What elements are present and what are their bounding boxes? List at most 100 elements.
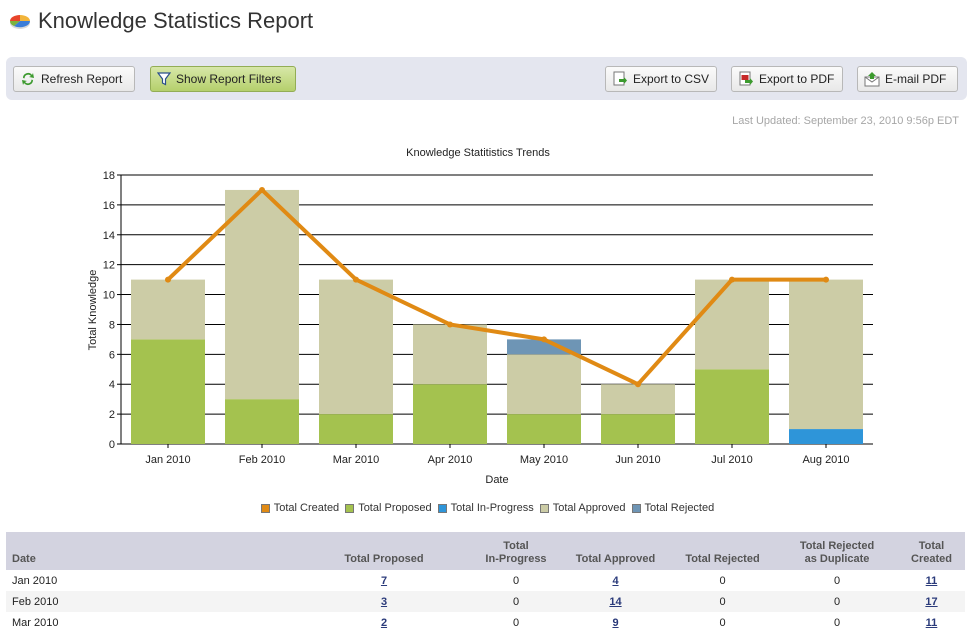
- cell-in-progress: 0: [512, 574, 520, 587]
- cell-in-progress: 0: [470, 591, 562, 612]
- bar-total-proposed: [131, 339, 205, 444]
- point-total-created: [729, 276, 735, 283]
- chart-legend: Total Created Total Proposed Total In-Prog…: [0, 502, 975, 514]
- y-tick-label: 14: [103, 230, 115, 242]
- export-pdf-label: Export to PDF: [759, 72, 835, 86]
- legend-swatch: [631, 503, 641, 513]
- legend-item: Total In-Progress: [437, 502, 534, 514]
- statistics-table: Date Total Proposed Total In-Progress Tot…: [6, 532, 965, 633]
- legend-item: Total Created: [260, 502, 339, 514]
- point-total-created: [541, 336, 547, 343]
- cell-created: 11: [898, 612, 965, 633]
- y-axis-label: Total Knowledge: [87, 270, 99, 351]
- table-header-row: Date Total Proposed Total In-Progress Tot…: [6, 532, 965, 570]
- legend-label: Total In-Progress: [450, 502, 534, 514]
- cell-approved: 4: [562, 570, 669, 591]
- bar-total-approved: [601, 384, 675, 415]
- proposed-link[interactable]: 3: [381, 596, 387, 608]
- bar-total-approved: [131, 279, 205, 340]
- export-pdf-button[interactable]: Export to PDF: [731, 66, 843, 92]
- x-tick-label: Feb 2010: [239, 454, 285, 466]
- proposed-link[interactable]: 7: [381, 575, 387, 587]
- point-total-created: [165, 276, 171, 283]
- proposed-link[interactable]: 2: [381, 617, 387, 629]
- cell-approved: 14: [562, 591, 669, 612]
- legend-swatch: [345, 503, 355, 513]
- y-tick-label: 2: [109, 409, 115, 421]
- chart-bars: [131, 189, 863, 444]
- bar-total-proposed: [319, 414, 393, 444]
- cell-approved: 9: [562, 612, 669, 633]
- approved-link[interactable]: 9: [612, 617, 618, 629]
- cell-proposed: 2: [298, 612, 470, 633]
- legend-label: Total Rejected: [644, 502, 715, 514]
- page-header: Knowledge Statistics Report: [8, 6, 313, 36]
- knowledge-trends-chart: Knowledge Statitistics Trends 0 2 4 6 8 10 12 1…: [87, 147, 873, 486]
- x-tick-label: May 2010: [520, 454, 568, 466]
- legend-swatch: [437, 503, 447, 513]
- refresh-report-label: Refresh Report: [41, 72, 123, 86]
- pie-chart-icon: [9, 15, 31, 29]
- table-row: Feb 2010 3 0 14 0 0 17: [6, 591, 965, 612]
- x-tick-label: Jan 2010: [145, 454, 190, 466]
- bar-total-approved: [507, 354, 581, 415]
- legend-item: Total Approved: [539, 502, 626, 514]
- legend-item: Total Rejected: [631, 502, 715, 514]
- funnel-icon: [157, 72, 171, 86]
- cell-proposed: 7: [298, 570, 470, 591]
- point-total-created: [447, 321, 453, 328]
- y-tick-label: 10: [103, 290, 115, 302]
- y-tick-label: 16: [103, 200, 115, 212]
- bar-total-approved: [695, 279, 769, 370]
- refresh-report-button[interactable]: Refresh Report: [13, 66, 135, 92]
- header-rejected-duplicate: Total Rejected as Duplicate: [776, 532, 898, 570]
- x-tick-label: Apr 2010: [428, 454, 473, 466]
- table-row: Jan 2010 7 0 4 0 0 11: [6, 570, 965, 591]
- bar-total-proposed: [507, 414, 581, 444]
- header-created: Total Created: [898, 532, 965, 570]
- bar-total-proposed: [413, 384, 487, 444]
- header-date: Date: [6, 532, 298, 570]
- cell-duplicate: 0: [776, 591, 898, 612]
- legend-item: Total Proposed: [345, 502, 432, 514]
- cell-in-progress: 0: [512, 616, 520, 629]
- bar-total-approved: [413, 324, 487, 385]
- cell-created: 17: [898, 591, 965, 612]
- created-link[interactable]: 17: [925, 596, 937, 608]
- cell-created: 11: [898, 570, 965, 591]
- x-tick-label: Jun 2010: [615, 454, 660, 466]
- x-tick-label: Mar 2010: [333, 454, 379, 466]
- legend-label: Total Proposed: [358, 502, 432, 514]
- created-link[interactable]: 11: [926, 575, 938, 587]
- point-total-created: [259, 186, 265, 193]
- cell-rejected: 0: [719, 616, 726, 629]
- approved-link[interactable]: 14: [609, 596, 621, 608]
- legend-swatch: [260, 503, 270, 513]
- bar-total-proposed: [601, 414, 675, 444]
- show-report-filters-label: Show Report Filters: [176, 72, 282, 86]
- x-tick-label: Aug 2010: [802, 454, 849, 466]
- y-tick-label: 4: [109, 379, 115, 391]
- point-total-created: [353, 276, 359, 283]
- header-approved: Total Approved: [562, 532, 669, 570]
- refresh-icon: [22, 73, 34, 85]
- last-updated-text: Last Updated: September 23, 2010 9:56p E…: [732, 115, 959, 127]
- y-tick-label: 0: [109, 439, 115, 451]
- export-csv-button[interactable]: Export to CSV: [605, 66, 717, 92]
- report-toolbar: Refresh Report Show Report Filters Expor…: [6, 57, 967, 100]
- chart-title: Knowledge Statitistics Trends: [406, 147, 550, 159]
- show-report-filters-button[interactable]: Show Report Filters: [150, 66, 296, 92]
- point-total-created: [635, 381, 641, 388]
- legend-swatch: [539, 503, 549, 513]
- cell-proposed: 3: [298, 591, 470, 612]
- cell-duplicate: 0: [833, 616, 841, 629]
- cell-duplicate: 0: [833, 574, 841, 587]
- header-rejected: Total Rejected: [669, 532, 776, 570]
- y-tick-label: 12: [103, 260, 115, 272]
- table-row: Mar 2010 2 0 9 0 0 11: [6, 612, 965, 633]
- approved-link[interactable]: 4: [612, 575, 618, 587]
- cell-rejected: 0: [669, 591, 776, 612]
- bar-total-approved: [225, 189, 299, 400]
- email-pdf-button[interactable]: E-mail PDF: [857, 66, 958, 92]
- created-link[interactable]: 11: [926, 617, 938, 629]
